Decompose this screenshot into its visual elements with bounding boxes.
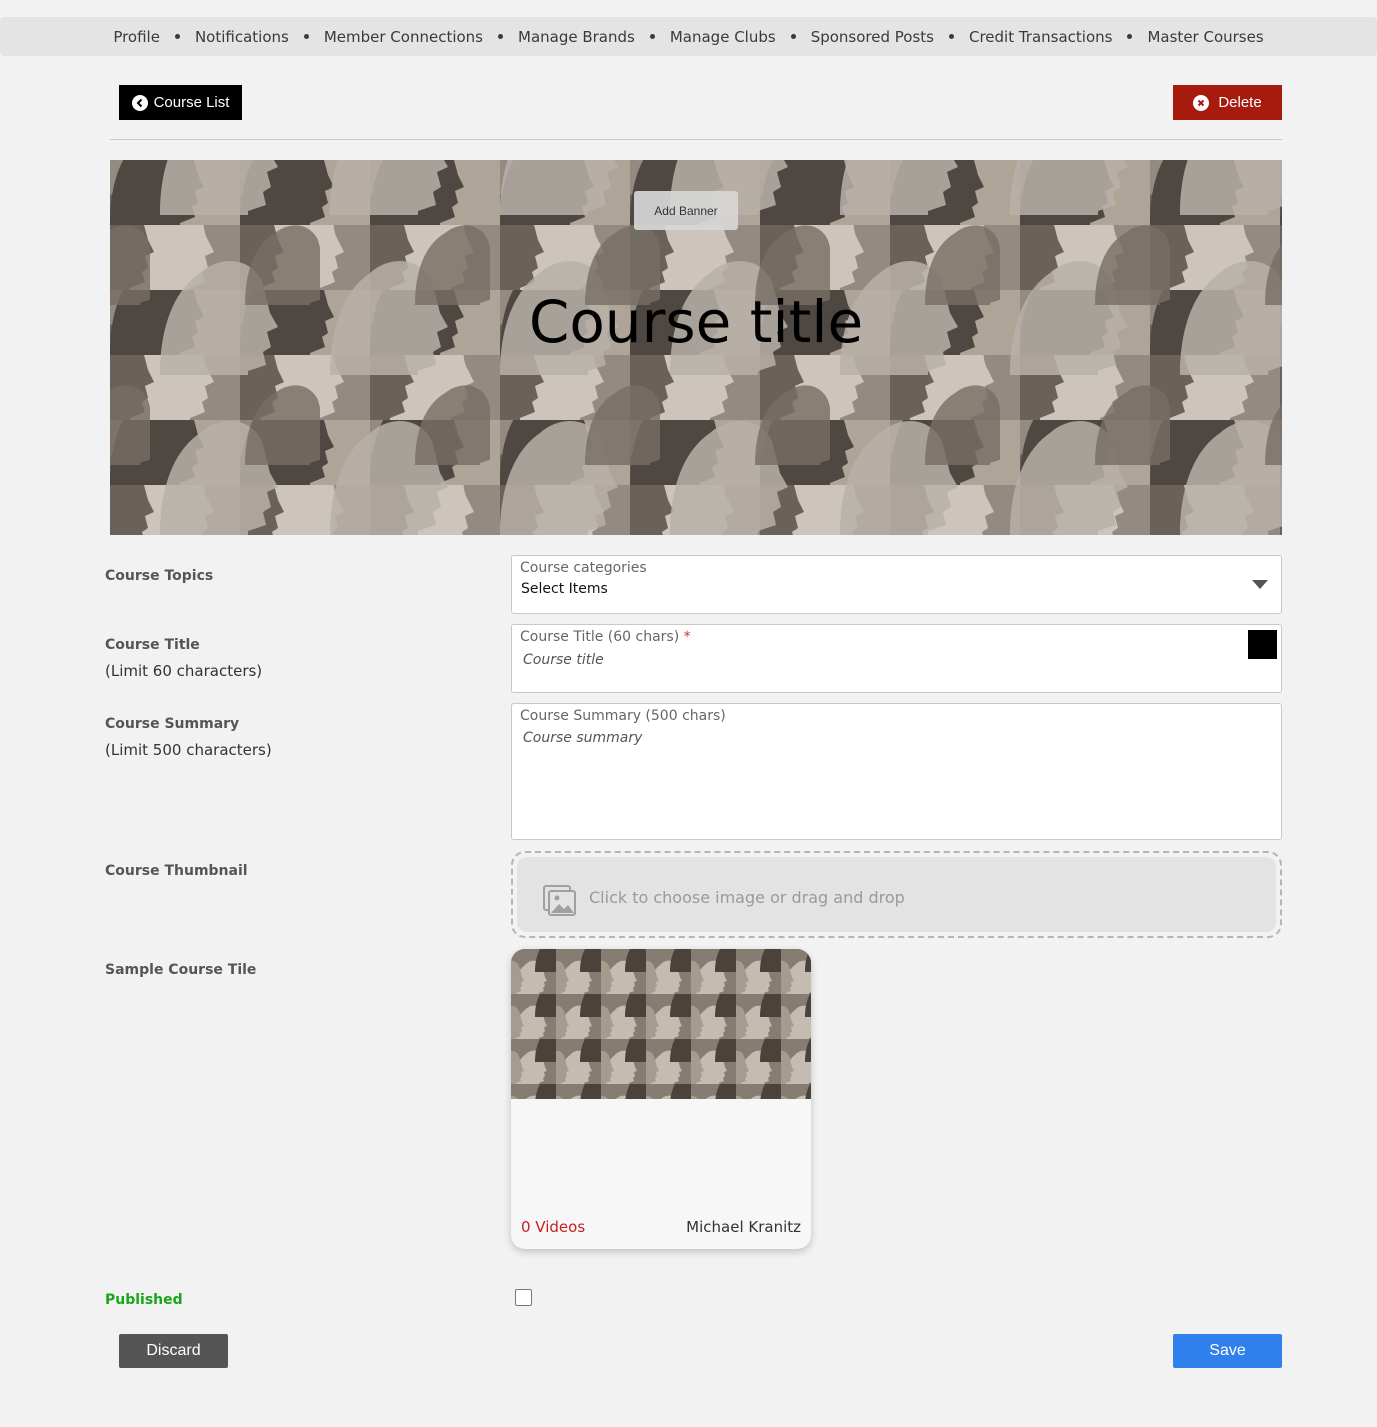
save-button[interactable]: Save	[1173, 1334, 1282, 1368]
banner-course-title: Course title	[528, 288, 864, 356]
divider	[110, 139, 1282, 140]
chevron-left-circle-icon	[131, 94, 148, 111]
delete-label: Delete	[1218, 94, 1262, 111]
nav-item-manage-clubs[interactable]: Manage Clubs	[670, 28, 776, 46]
nav-separator	[790, 34, 796, 39]
nav-item-notifications[interactable]: Notifications	[195, 28, 289, 46]
nav-separator	[1127, 34, 1133, 39]
course-title-limit: (Limit 60 characters)	[105, 662, 263, 680]
dropzone-text: Click to choose image or drag and drop	[589, 888, 905, 907]
tile-author: Michael Kranitz	[686, 1218, 801, 1236]
nav-item-manage-brands[interactable]: Manage Brands	[518, 28, 635, 46]
add-banner-button[interactable]: Add Banner	[634, 191, 738, 230]
title-color-picker[interactable]	[1248, 630, 1277, 659]
sample-course-tile[interactable]: 0 Videos Michael Kranitz	[511, 949, 811, 1249]
nav-separator	[303, 34, 309, 39]
nav-separator	[948, 34, 954, 39]
nav-separator	[498, 34, 503, 39]
dropzone-inner[interactable]: Click to choose image or drag and drop	[517, 857, 1276, 932]
nav-item-master-courses[interactable]: Master Courses	[1147, 28, 1263, 46]
nav-item-credit-transactions[interactable]: Credit Transactions	[969, 28, 1113, 46]
required-mark: *	[683, 629, 691, 645]
course-summary-field-label: Course Summary (500 chars)	[520, 708, 726, 724]
course-topics-label: Course Topics	[105, 568, 214, 584]
course-summary-field[interactable]: Course Summary (500 chars) Course summar…	[511, 703, 1282, 840]
nav-item-member-connections[interactable]: Member Connections	[324, 28, 483, 46]
discard-button[interactable]: Discard	[119, 1334, 228, 1368]
course-banner: Add Banner Course title	[110, 160, 1282, 535]
course-title-field-label: Course Title (60 chars)	[520, 629, 680, 645]
course-categories-select[interactable]: Course categories Select Items	[511, 555, 1282, 614]
course-categories-value: Select Items	[521, 581, 608, 597]
nav-item-sponsored-posts[interactable]: Sponsored Posts	[811, 28, 934, 46]
course-summary-limit: (Limit 500 characters)	[105, 741, 272, 759]
course-title-input[interactable]: Course title	[523, 652, 604, 668]
course-title-field[interactable]: Course Title (60 chars) * Course title	[511, 624, 1282, 693]
course-title-label: Course Title	[105, 637, 200, 653]
nav-separator	[649, 34, 655, 39]
published-label: Published	[105, 1292, 183, 1308]
course-thumbnail-label: Course Thumbnail	[105, 863, 248, 879]
chevron-down-icon[interactable]	[1252, 580, 1268, 589]
thumbnail-dropzone[interactable]: Click to choose image or drag and drop	[511, 851, 1282, 938]
published-checkbox[interactable]	[515, 1289, 532, 1306]
nav-item-profile[interactable]: Profile	[113, 28, 160, 46]
course-summary-textarea[interactable]: Course summary	[523, 730, 642, 746]
delete-button[interactable]: Delete	[1173, 85, 1282, 120]
close-circle-icon	[1193, 94, 1210, 111]
tile-video-count: 0 Videos	[521, 1218, 586, 1236]
top-nav: Profile Notifications Member Connections…	[0, 17, 1377, 56]
nav-separator	[174, 34, 180, 39]
course-title-field-label-wrap: Course Title (60 chars) *	[520, 629, 691, 645]
course-list-label: Course List	[153, 94, 230, 111]
course-summary-label: Course Summary	[105, 716, 240, 732]
sample-course-tile-label: Sample Course Tile	[105, 962, 257, 978]
course-categories-label: Course categories	[520, 560, 647, 576]
image-gallery-icon	[541, 881, 577, 921]
tile-thumbnail-image	[511, 949, 811, 1099]
course-list-button[interactable]: Course List	[119, 85, 242, 120]
